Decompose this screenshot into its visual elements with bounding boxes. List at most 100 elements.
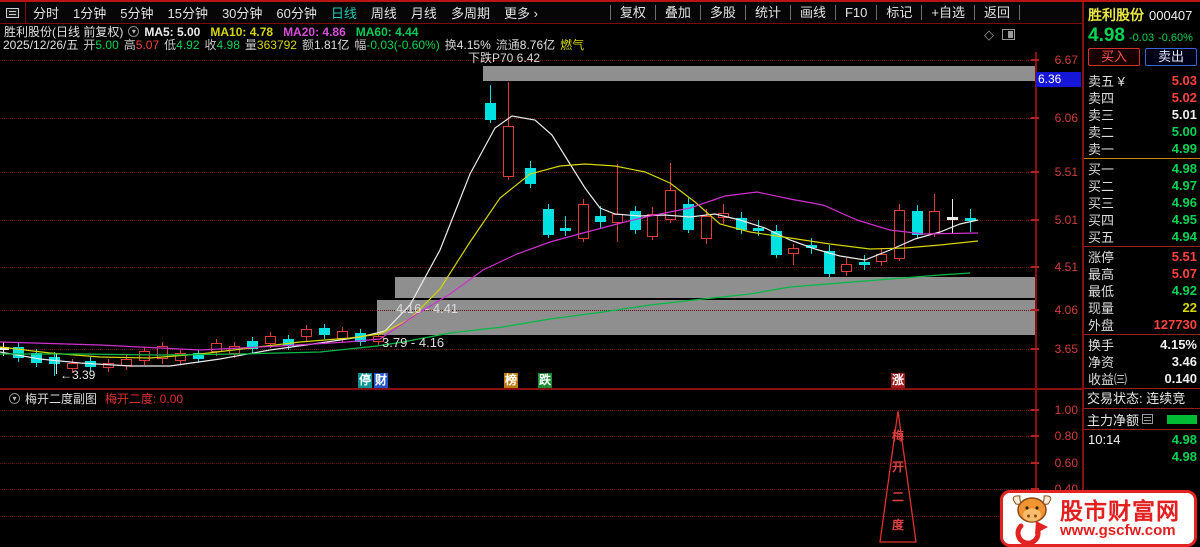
tool-button-6[interactable]: 标记 — [876, 5, 921, 20]
period-tab-0[interactable]: 分时 — [26, 3, 66, 22]
quote-row[interactable]: 卖五 ¥5.03 — [1084, 72, 1200, 89]
ohlc-token: 高5.07 — [123, 38, 160, 52]
window-menu-button[interactable] — [0, 2, 26, 23]
sell-button[interactable]: 卖出 — [1145, 48, 1197, 66]
quote-row[interactable]: 换手 4.15% — [1084, 336, 1200, 353]
quote-row[interactable]: 收益㈢ 0.140 — [1084, 370, 1200, 387]
quote-row[interactable]: 买一 4.98 — [1084, 160, 1200, 177]
gray-band — [377, 300, 1035, 335]
axis-tick — [1031, 117, 1039, 119]
axis-tick — [1031, 59, 1039, 61]
sub-chart-region[interactable] — [0, 406, 1035, 546]
period-tab-5[interactable]: 60分钟 — [269, 3, 323, 22]
quote-row[interactable]: 最高 5.07 — [1084, 265, 1200, 282]
event-marker[interactable]: 财 — [374, 373, 388, 388]
tool-button-5[interactable]: F10 — [834, 5, 876, 20]
candle — [577, 204, 589, 239]
ohlc-token: 收4.98 — [204, 38, 240, 52]
event-marker[interactable]: 榜 — [504, 373, 518, 388]
quote-row[interactable]: 买五 4.94 — [1084, 228, 1200, 245]
period-tab-7[interactable]: 周线 — [364, 3, 404, 22]
candle — [629, 211, 641, 230]
trading-terminal-window: 6.67 6.36 6.06 5.51 5.01 4.51 4.06 3.65 1.00 0.80… — [0, 0, 1200, 547]
candle — [30, 353, 42, 363]
candle — [282, 339, 294, 346]
grid-line — [0, 489, 1035, 490]
candle — [0, 347, 9, 350]
candle-wick — [53, 352, 55, 376]
period-tab-2[interactable]: 5分钟 — [113, 3, 160, 22]
axis-tick — [1031, 435, 1039, 437]
candle — [875, 254, 887, 262]
axis-tick — [1031, 462, 1039, 464]
quote-row[interactable]: 涨停 5.51 — [1084, 248, 1200, 265]
candle — [174, 353, 186, 361]
candle — [594, 216, 606, 222]
period-tab-9[interactable]: 多周期 — [444, 3, 497, 22]
tool-button-7[interactable]: +自选 — [921, 5, 974, 20]
candle — [84, 361, 96, 367]
quote-row[interactable]: 买二 4.97 — [1084, 177, 1200, 194]
event-marker[interactable]: 涨 — [891, 373, 905, 388]
quote-row[interactable]: 卖二 5.00 — [1084, 123, 1200, 140]
quote-row[interactable]: 外盘 127730 — [1084, 316, 1200, 333]
quote-row[interactable]: 买四 4.95 — [1084, 211, 1200, 228]
tool-button-0[interactable]: 复权 — [609, 5, 655, 20]
stock-name: 胜利股份 — [1088, 7, 1144, 23]
tool-button-4[interactable]: 画线 — [789, 5, 835, 20]
quote-row[interactable]: 卖三 5.01 — [1084, 106, 1200, 123]
buy-button[interactable]: 买入 — [1088, 48, 1140, 66]
panel-toggle-icon[interactable] — [1002, 29, 1015, 40]
watermark-url: www.gscfw.com — [1060, 521, 1176, 539]
grid-line — [0, 172, 1035, 173]
price-change: -0.03 — [1128, 32, 1155, 44]
quote-row[interactable]: 最低 4.92 — [1084, 282, 1200, 299]
tool-button-3[interactable]: 统计 — [744, 5, 790, 20]
period-tab-1[interactable]: 1分钟 — [66, 3, 113, 22]
period-tab-3[interactable]: 15分钟 — [160, 3, 214, 22]
period-tab-4[interactable]: 30分钟 — [215, 3, 269, 22]
quote-row[interactable]: 买三 4.96 — [1084, 194, 1200, 211]
quote-row[interactable]: 卖四 5.02 — [1084, 89, 1200, 106]
chevron-down-circle-icon[interactable]: ▾ — [9, 393, 20, 404]
candle — [192, 353, 204, 359]
period-tab-10[interactable]: 更多 › — [497, 3, 545, 22]
ohlc-token: 2025/12/26/五 — [3, 38, 79, 52]
tool-button-1[interactable]: 叠加 — [654, 5, 700, 20]
quote-row[interactable]: 现量 22 — [1084, 299, 1200, 316]
ohlc-token: 幅-0.03(-0.60%) — [354, 38, 440, 52]
candle — [858, 262, 870, 265]
candle — [156, 346, 168, 359]
low-annotation: ←3.39 — [60, 368, 96, 382]
chart-tools-menu: 复权 叠加 多股 统计 画线 F10 标记 +自选 返回 — [609, 2, 1020, 23]
tool-button-2[interactable]: 多股 — [699, 5, 745, 20]
period-menu: 分时 1分钟 5分钟 15分钟 30分钟 60分钟 日线 周线 月线 多周期 更多 › — [26, 3, 545, 22]
ohlc-token: 开5.00 — [83, 38, 119, 52]
price-axis-label: 1.00 — [1054, 403, 1078, 417]
candle — [700, 216, 712, 239]
candle — [336, 331, 348, 339]
price-axis-label: 4.06 — [1054, 303, 1078, 317]
order-buttons: 买入 卖出 — [1084, 44, 1200, 70]
tool-button-8[interactable]: 返回 — [973, 5, 1020, 20]
indicator-title: 梅开二度副图 — [25, 392, 98, 406]
quote-row[interactable]: 净资 3.46 — [1084, 353, 1200, 370]
candle — [524, 168, 536, 184]
candle — [611, 214, 623, 223]
site-watermark: 股市财富网 www.gscfw.com — [1000, 490, 1197, 547]
period-tab-8[interactable]: 月线 — [404, 3, 444, 22]
event-marker[interactable]: 跌 — [538, 373, 552, 388]
period-tab-6[interactable]: 日线 — [324, 3, 364, 22]
candle — [318, 328, 330, 335]
main-flow-row[interactable]: 主力净额 — [1084, 410, 1200, 428]
indicator-value: 梅开二度: 0.00 — [105, 392, 184, 406]
ohlc-token: 量363792 — [244, 38, 297, 52]
candle-wick — [564, 216, 566, 236]
candle — [502, 126, 514, 177]
event-marker[interactable]: 停 — [358, 373, 372, 388]
diamond-icon[interactable]: ◇ — [984, 28, 994, 41]
list-icon — [6, 7, 19, 18]
quote-row[interactable]: 卖一 4.99 — [1084, 140, 1200, 157]
flag-text-char: 度 — [892, 518, 905, 532]
trade-status: 交易状态: 连续竞 — [1087, 391, 1186, 406]
